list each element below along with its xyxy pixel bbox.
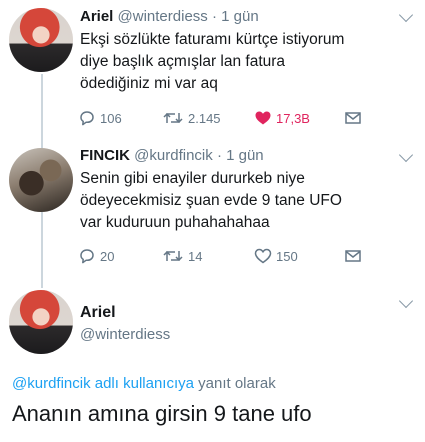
display-name[interactable]: Ariel xyxy=(80,8,113,25)
reply-count: 20 xyxy=(100,248,115,264)
display-name[interactable]: Ariel xyxy=(80,304,116,322)
tweet-header: FINCIK @kurdfincik · 1 gün xyxy=(80,147,264,164)
tweet-text: Senin gibi enayiler dururkeb niye ödeyec… xyxy=(80,168,410,234)
tweet[interactable]: Ariel @winterdiess · 1 gün Ekşi sözlükte… xyxy=(0,0,425,150)
tweet-text-line: ödediğiniz mi var aq xyxy=(80,75,218,92)
avatar[interactable] xyxy=(9,148,73,212)
user-handle[interactable]: @winterdiess xyxy=(118,8,208,25)
display-name[interactable]: FINCIK xyxy=(80,147,130,164)
tweet-text-line: Ekşi sözlükte faturamı kürtçe istiyorum xyxy=(80,31,345,48)
chevron-down-icon[interactable] xyxy=(398,7,414,23)
user-handle[interactable]: @winterdiess xyxy=(80,326,170,343)
message-button[interactable] xyxy=(344,108,362,128)
like-count: 150 xyxy=(276,248,298,264)
retweet-button[interactable]: 14 xyxy=(162,246,202,266)
tweet-header: Ariel @winterdiess · 1 gün xyxy=(80,8,259,25)
separator-dot: · xyxy=(211,8,217,25)
like-count: 17,3B xyxy=(276,110,310,126)
avatar[interactable] xyxy=(9,290,73,354)
reply-label: yanıt olarak xyxy=(198,375,276,392)
retweet-icon xyxy=(163,250,183,262)
reply-icon xyxy=(80,249,94,264)
tweet-text: Ekşi sözlükte faturamı kürtçe istiyorum … xyxy=(80,29,410,95)
replying-to: @kurdfincik adlı kullanıcıya yanıt olara… xyxy=(12,375,276,392)
retweet-icon xyxy=(163,112,183,124)
like-button[interactable]: 17,3B xyxy=(254,108,310,128)
heart-icon xyxy=(254,248,272,264)
reply-button[interactable]: 20 xyxy=(78,246,114,266)
heart-icon xyxy=(255,111,271,125)
timestamp[interactable]: 1 gün xyxy=(226,147,264,164)
avatar[interactable] xyxy=(9,8,73,72)
timestamp[interactable]: 1 gün xyxy=(221,8,259,25)
retweet-count: 2.145 xyxy=(188,110,221,126)
reply-button[interactable]: 106 xyxy=(78,108,122,128)
retweet-count: 14 xyxy=(188,248,203,264)
like-button[interactable]: 150 xyxy=(254,246,298,266)
tweet-text: Ananın amına girsin 9 tane ufo xyxy=(12,401,312,426)
reply-count: 106 xyxy=(100,110,122,126)
reply-mention-link[interactable]: @kurdfincik adlı kullanıcıya xyxy=(12,375,194,392)
tweet-text-line: ödeyecekmisiz şuan evde 9 tane UFO xyxy=(80,192,342,209)
chevron-down-icon[interactable] xyxy=(398,147,414,163)
tweet[interactable]: FINCIK @kurdfincik · 1 gün Senin gibi en… xyxy=(0,142,425,282)
tweet-text-line: var kuduruun puhahahahaa xyxy=(80,214,270,231)
envelope-icon xyxy=(345,250,361,262)
separator-dot: · xyxy=(216,147,222,164)
tweet-text-line: Senin gibi enayiler dururkeb niye xyxy=(80,170,305,187)
tweet-text-line: diye başlık açmışlar lan fatura xyxy=(80,53,286,70)
user-handle[interactable]: @kurdfincik xyxy=(134,147,213,164)
message-button[interactable] xyxy=(344,246,362,266)
reply-icon xyxy=(80,111,94,126)
chevron-down-icon[interactable] xyxy=(398,293,414,309)
envelope-icon xyxy=(345,112,361,124)
retweet-button[interactable]: 2.145 xyxy=(162,108,221,128)
